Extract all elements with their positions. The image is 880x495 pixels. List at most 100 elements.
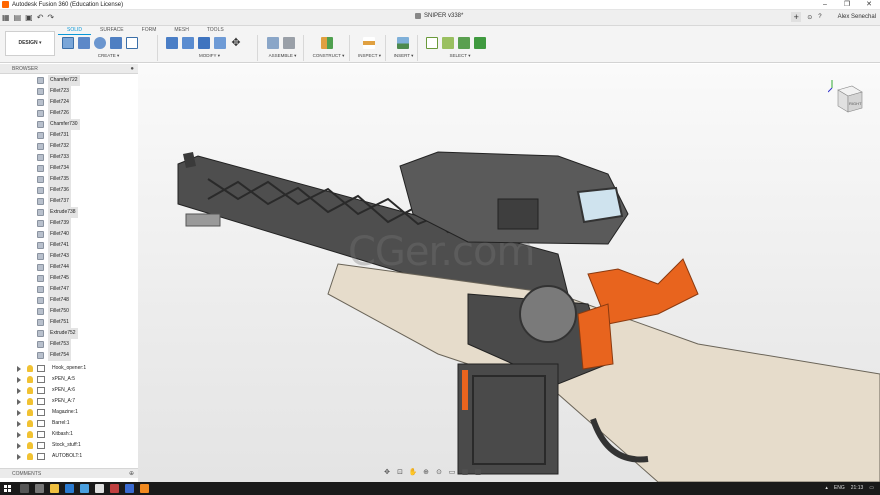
3d-viewport[interactable]: CGer.com RIGHT ✥ ⊡ ✋ ⊕ ⊙ ▭ ▦ ▤ — [138, 64, 880, 482]
insert-image-icon[interactable] — [397, 37, 409, 49]
tree-feature-row[interactable]: Fillet750 — [0, 306, 138, 317]
grid-menu-icon[interactable]: ▦ — [2, 12, 10, 24]
tree-component-row[interactable]: Kitbash:1 — [0, 429, 138, 440]
task-view-icon[interactable] — [35, 484, 44, 493]
tree-feature-row[interactable]: Chamfer730 — [0, 119, 138, 130]
create-sketch-icon[interactable] — [62, 37, 74, 49]
pan-icon[interactable]: ✋ — [408, 468, 418, 477]
visibility-bulb-icon[interactable] — [27, 387, 33, 394]
tree-component-row[interactable]: AUTOBOLT:1 — [0, 451, 138, 462]
keyboard-language[interactable]: ENG — [834, 482, 845, 495]
assemble-menu[interactable]: ASSEMBLE ▾ — [262, 53, 303, 59]
expand-arrow-icon[interactable] — [17, 366, 21, 372]
tree-feature-row[interactable]: Fillet744 — [0, 262, 138, 273]
tree-feature-row[interactable]: Fillet748 — [0, 295, 138, 306]
fit-icon[interactable]: ⊙ — [434, 468, 444, 477]
revolve-icon[interactable] — [94, 37, 106, 49]
press-pull-icon[interactable] — [166, 37, 178, 49]
tab-solid[interactable]: SOLID — [58, 27, 92, 35]
offset-plane-icon[interactable] — [321, 37, 333, 49]
user-account[interactable]: Alex Senechal — [838, 14, 876, 20]
visibility-bulb-icon[interactable] — [27, 409, 33, 416]
tab-tools[interactable]: TOOLS — [198, 27, 233, 35]
browser-header[interactable]: BROWSER ● — [0, 64, 138, 74]
tree-component-row[interactable]: Stock_stuff:1 — [0, 440, 138, 451]
fusion-taskbar-icon[interactable] — [140, 484, 149, 493]
save-icon[interactable]: ▣ — [25, 12, 33, 24]
tree-component-row[interactable]: xPEN_A:5 — [0, 374, 138, 385]
workspace-switcher[interactable]: DESIGN ▾ — [5, 31, 55, 56]
tree-feature-row[interactable]: Extrude752 — [0, 328, 138, 339]
maximize-button[interactable]: ❐ — [836, 0, 858, 10]
tree-feature-row[interactable]: Fillet732 — [0, 141, 138, 152]
visibility-bulb-icon[interactable] — [27, 431, 33, 438]
windows-start-icon[interactable] — [4, 485, 11, 492]
select-component-icon[interactable] — [474, 37, 486, 49]
tree-feature-row[interactable]: Fillet751 — [0, 317, 138, 328]
tree-feature-row[interactable]: Fillet733 — [0, 152, 138, 163]
tree-feature-row[interactable]: Fillet723 — [0, 86, 138, 97]
app-icon[interactable] — [110, 484, 119, 493]
minimize-button[interactable]: – — [814, 0, 836, 10]
notification-icon[interactable]: ▭ — [869, 482, 874, 495]
new-component-icon[interactable] — [267, 37, 279, 49]
comments-toggle-icon[interactable]: ⊕ — [129, 469, 134, 479]
zoom-icon[interactable]: ⊕ — [421, 468, 431, 477]
app-icon[interactable] — [125, 484, 134, 493]
joint-icon[interactable] — [283, 37, 295, 49]
measure-icon[interactable] — [363, 37, 375, 49]
hole-icon[interactable] — [110, 37, 122, 49]
tree-feature-row[interactable]: Chamfer722 — [0, 75, 138, 86]
select-body-icon[interactable] — [458, 37, 470, 49]
chrome-icon[interactable] — [95, 484, 104, 493]
visibility-bulb-icon[interactable] — [27, 365, 33, 372]
file-icon[interactable]: ▤ — [14, 12, 22, 24]
move-icon[interactable]: ✥ — [230, 37, 242, 49]
viewports-icon[interactable]: ▤ — [473, 468, 483, 477]
tab-mesh[interactable]: MESH — [165, 27, 197, 35]
new-tab-button[interactable]: + — [791, 12, 802, 22]
construct-menu[interactable]: CONSTRUCT ▾ — [308, 53, 349, 59]
comments-panel[interactable]: COMMENTS ⊕ — [0, 468, 138, 478]
search-icon[interactable] — [20, 484, 29, 493]
store-icon[interactable] — [80, 484, 89, 493]
tree-component-row[interactable]: Magazine:1 — [0, 407, 138, 418]
create-menu[interactable]: CREATE ▾ — [60, 53, 157, 59]
tree-feature-row[interactable]: Fillet740 — [0, 229, 138, 240]
tree-feature-row[interactable]: Fillet741 — [0, 240, 138, 251]
modify-menu[interactable]: MODIFY ▾ — [162, 53, 257, 59]
notifications-icon[interactable]: ⊙ — [807, 14, 812, 21]
orbit-icon[interactable]: ✥ — [382, 468, 392, 477]
visibility-bulb-icon[interactable] — [27, 398, 33, 405]
tree-feature-row[interactable]: Fillet739 — [0, 218, 138, 229]
tree-feature-row[interactable]: Fillet731 — [0, 130, 138, 141]
close-button[interactable]: ✕ — [858, 0, 880, 10]
network-icon[interactable]: ▴ — [825, 482, 828, 495]
tree-feature-row[interactable]: Fillet735 — [0, 174, 138, 185]
tree-component-row[interactable]: Hook_opener:1 — [0, 363, 138, 374]
tree-feature-row[interactable]: Fillet747 — [0, 284, 138, 295]
visibility-bulb-icon[interactable] — [27, 376, 33, 383]
visibility-bulb-icon[interactable] — [27, 442, 33, 449]
help-button[interactable]: ? — [818, 14, 821, 20]
select-box-icon[interactable] — [442, 37, 454, 49]
display-settings-icon[interactable]: ▭ — [447, 468, 457, 477]
expand-arrow-icon[interactable] — [17, 388, 21, 394]
tree-feature-row[interactable]: Fillet726 — [0, 108, 138, 119]
tree-feature-row[interactable]: Fillet754 — [0, 350, 138, 361]
visibility-bulb-icon[interactable] — [27, 453, 33, 460]
redo-icon[interactable]: ↷ — [47, 12, 54, 24]
grid-settings-icon[interactable]: ▦ — [460, 468, 470, 477]
pattern-icon[interactable] — [126, 37, 138, 49]
tab-surface[interactable]: SURFACE — [91, 27, 133, 35]
edge-icon[interactable] — [65, 484, 74, 493]
viewcube[interactable]: RIGHT — [828, 78, 868, 118]
undo-icon[interactable]: ↶ — [37, 12, 44, 24]
tree-feature-row[interactable]: Fillet724 — [0, 97, 138, 108]
expand-arrow-icon[interactable] — [17, 421, 21, 427]
tree-component-row[interactable]: xPEN_A:7 — [0, 396, 138, 407]
clock[interactable]: 21:13 — [851, 482, 864, 495]
file-explorer-icon[interactable] — [50, 484, 59, 493]
tree-feature-row[interactable]: Fillet734 — [0, 163, 138, 174]
expand-arrow-icon[interactable] — [17, 377, 21, 383]
